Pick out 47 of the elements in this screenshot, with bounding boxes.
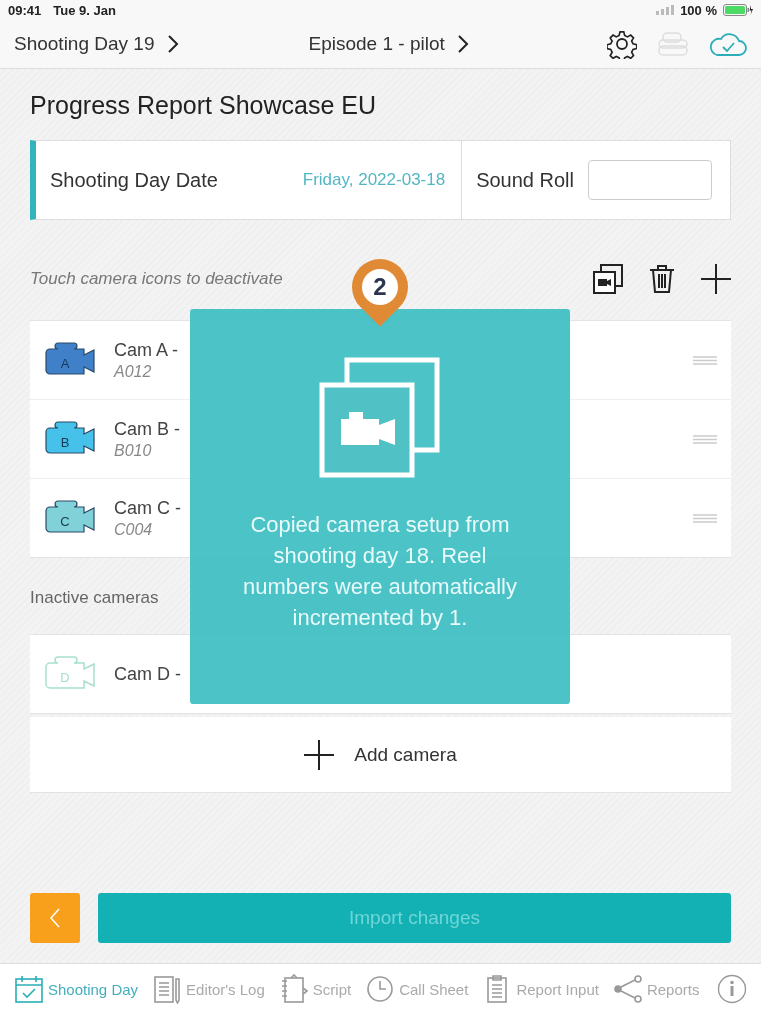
report-title: Progress Report Showcase EU xyxy=(30,91,377,120)
status-date: Tue 9. Jan xyxy=(53,2,116,18)
sound-roll-input[interactable] xyxy=(588,160,712,200)
camera-name: Cam B - xyxy=(114,418,181,440)
camera-name: Cam C - xyxy=(114,497,182,519)
tab[interactable]: Shooting Day xyxy=(14,974,139,1004)
sound-roll-label: Sound Roll xyxy=(476,168,574,192)
reel-number: A012 xyxy=(114,362,152,381)
clock-icon xyxy=(365,974,396,1004)
settings-icon[interactable] xyxy=(607,29,637,59)
camera-name: Cam A - xyxy=(114,339,180,361)
reel-number: C004 xyxy=(114,520,153,539)
add-camera-button[interactable]: Add camera xyxy=(30,717,731,793)
add-icon[interactable] xyxy=(701,264,731,294)
share-icon xyxy=(612,974,643,1004)
tab[interactable]: Editor's Log xyxy=(152,974,265,1004)
chevron-right-icon xyxy=(166,34,179,54)
drag-handle-icon[interactable] xyxy=(693,355,717,365)
calendar-check-icon xyxy=(14,974,44,1004)
battery-percent: 100 % xyxy=(680,2,717,18)
reel-number: B010 xyxy=(114,441,152,460)
tab[interactable]: Reports xyxy=(612,974,700,1004)
cloud-stack-icon[interactable] xyxy=(657,31,689,57)
battery-icon xyxy=(723,4,753,16)
trash-icon[interactable] xyxy=(649,264,675,294)
plus-icon xyxy=(304,739,335,770)
chevron-right-icon xyxy=(456,34,469,54)
chevron-left-icon xyxy=(49,907,61,929)
info-icon[interactable] xyxy=(717,974,747,1004)
signal-icon xyxy=(656,5,675,15)
active-hint: Touch camera icons to deactivate xyxy=(30,269,283,289)
tab[interactable]: Call Sheet xyxy=(365,974,469,1004)
camera-name: Cam D - xyxy=(114,663,181,685)
episode-link[interactable]: Episode 1 - pilot xyxy=(308,33,469,55)
cloud-check-icon[interactable] xyxy=(709,31,747,57)
tab[interactable]: Report Input xyxy=(482,974,599,1004)
notepad-icon xyxy=(152,974,183,1004)
tab[interactable]: Script xyxy=(278,974,352,1004)
toast-text: Copied camera setup from shooting day 18. Reel numbers were automatically incremented by 1. xyxy=(242,511,518,632)
status-time: 09:41 xyxy=(8,2,42,18)
drag-handle-icon[interactable] xyxy=(693,434,717,444)
shooting-day-link[interactable]: Shooting Day 19 xyxy=(14,33,179,55)
import-changes-button[interactable]: Import changes xyxy=(98,893,731,943)
inactive-cameras-label: Inactive cameras xyxy=(30,588,159,608)
copy-camera-icon[interactable] xyxy=(593,264,623,294)
copy-camera-icon xyxy=(319,357,441,479)
drag-handle-icon[interactable] xyxy=(693,513,717,523)
